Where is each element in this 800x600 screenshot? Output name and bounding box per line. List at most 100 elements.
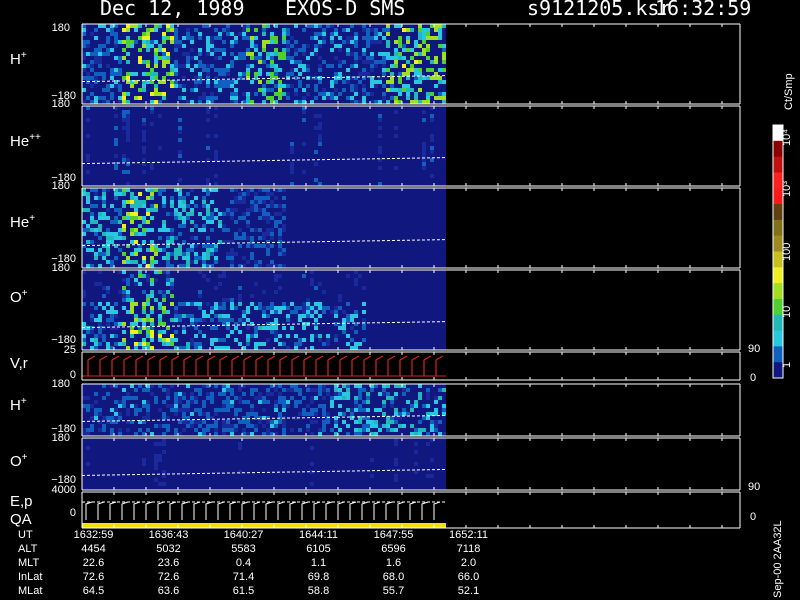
spectrogram-cell bbox=[306, 310, 310, 314]
spectrogram-cell bbox=[254, 48, 258, 52]
spectrogram-cell bbox=[210, 36, 214, 40]
spectrogram-cell bbox=[206, 24, 210, 28]
spectrogram-cell bbox=[398, 100, 402, 104]
spectrogram-cell bbox=[154, 252, 158, 256]
spectrogram-cell bbox=[234, 56, 238, 60]
spectrogram-cell bbox=[366, 428, 370, 432]
spectrogram-cell bbox=[118, 220, 122, 224]
spectrogram-cell bbox=[270, 330, 274, 334]
spectrogram-cell bbox=[362, 388, 366, 392]
spectrogram-cell bbox=[126, 392, 130, 396]
spectrogram-cell bbox=[162, 256, 166, 260]
spectrogram-cell bbox=[238, 56, 242, 60]
spectrogram-cell bbox=[290, 68, 294, 72]
spectrogram-cell bbox=[266, 24, 270, 28]
spectrogram-cell bbox=[162, 52, 166, 56]
spectrogram-cell bbox=[118, 60, 122, 64]
spectrogram-cell bbox=[286, 28, 290, 32]
spectrogram-cell bbox=[94, 48, 98, 52]
spectrogram-cell bbox=[154, 248, 158, 252]
spectrogram-cell bbox=[138, 200, 142, 204]
spectrogram-cell bbox=[154, 64, 158, 68]
spectrogram-cell bbox=[278, 310, 282, 314]
spectrogram-cell bbox=[442, 56, 446, 60]
spectrogram-cell bbox=[262, 40, 266, 44]
spectrogram-cell bbox=[238, 318, 242, 322]
spectrogram-cell bbox=[178, 118, 182, 122]
spectrogram-cell bbox=[114, 44, 118, 48]
spectrogram-cell bbox=[122, 388, 126, 392]
spectrogram-cell bbox=[334, 314, 338, 318]
spectrogram-cell bbox=[94, 318, 98, 322]
spectrogram-cell bbox=[258, 396, 262, 400]
spectrogram-cell bbox=[278, 212, 282, 216]
spectrogram-cell bbox=[210, 48, 214, 52]
spectrogram-cell bbox=[378, 100, 382, 104]
spectrogram-cell bbox=[170, 28, 174, 32]
spectrogram-cell bbox=[122, 40, 126, 44]
spectrogram-cell bbox=[146, 188, 150, 192]
spectrogram-cell bbox=[206, 36, 210, 40]
spectrogram-cell bbox=[266, 204, 270, 208]
spectrogram-cell bbox=[226, 346, 230, 350]
spectrogram-cell bbox=[106, 36, 110, 40]
spectrogram-cell bbox=[442, 92, 446, 96]
panel-background bbox=[82, 492, 740, 528]
spectrogram-cell bbox=[126, 92, 130, 96]
spectrogram-cell bbox=[126, 28, 130, 32]
spectrogram-cell bbox=[298, 80, 302, 84]
spectrogram-cell bbox=[102, 100, 106, 104]
spectrogram-cell bbox=[146, 302, 150, 306]
spectrogram-cell bbox=[166, 282, 170, 286]
spectrogram-cell bbox=[274, 424, 278, 428]
spectrogram-cell bbox=[190, 212, 194, 216]
spectrogram-cell bbox=[178, 126, 182, 130]
spectrogram-cell bbox=[158, 454, 162, 458]
spectrogram-cell bbox=[298, 48, 302, 52]
spectrogram-cell bbox=[322, 88, 326, 92]
spectrogram-cell bbox=[370, 80, 374, 84]
spectrogram-cell bbox=[138, 48, 142, 52]
spectrogram-cell bbox=[294, 100, 298, 104]
spectrogram-cell bbox=[394, 110, 398, 114]
spectrogram-cell bbox=[90, 84, 94, 88]
spectrogram-cell bbox=[398, 36, 402, 40]
spectrogram-cell bbox=[166, 270, 170, 274]
spectrogram-cell bbox=[130, 302, 134, 306]
spectrogram-cell bbox=[278, 88, 282, 92]
spectrogram-cell bbox=[242, 32, 246, 36]
spectrogram-cell bbox=[242, 314, 246, 318]
spectrogram-cell bbox=[346, 342, 350, 346]
spectrogram-cell bbox=[282, 32, 286, 36]
spectrogram-cell bbox=[134, 314, 138, 318]
spectrogram-cell bbox=[126, 130, 130, 134]
spectrogram-cell bbox=[122, 278, 126, 282]
spectrogram-cell bbox=[218, 48, 222, 52]
spectrogram-cell bbox=[362, 88, 366, 92]
spectrogram-cell bbox=[274, 224, 278, 228]
spectrogram-cell bbox=[402, 392, 406, 396]
spectrogram-cell bbox=[382, 72, 386, 76]
spectrogram-cell bbox=[310, 282, 314, 286]
spectrogram-cell bbox=[102, 204, 106, 208]
spectrogram-cell bbox=[138, 56, 142, 60]
spectrogram-cell bbox=[438, 24, 442, 28]
spectrogram-cell bbox=[246, 52, 250, 56]
spectrogram-cell bbox=[326, 64, 330, 68]
spectrogram-cell bbox=[162, 36, 166, 40]
spectrogram-cell bbox=[426, 388, 430, 392]
spectrogram-cell bbox=[386, 392, 390, 396]
spectrogram-cell bbox=[402, 424, 406, 428]
spectrogram-cell bbox=[218, 338, 222, 342]
spectrogram-cell bbox=[90, 204, 94, 208]
spectrogram-cell bbox=[94, 220, 98, 224]
spectrogram-cell bbox=[186, 28, 190, 32]
spectrogram-cell bbox=[82, 302, 86, 306]
spectrogram-cell bbox=[430, 24, 434, 28]
spectrogram-cell bbox=[290, 60, 294, 64]
spectrogram-cell bbox=[146, 278, 150, 282]
spectrogram-cell bbox=[422, 158, 426, 162]
spectrogram-cell bbox=[274, 384, 278, 388]
spectrogram-cell bbox=[142, 338, 146, 342]
spectrogram-cell bbox=[346, 396, 350, 400]
